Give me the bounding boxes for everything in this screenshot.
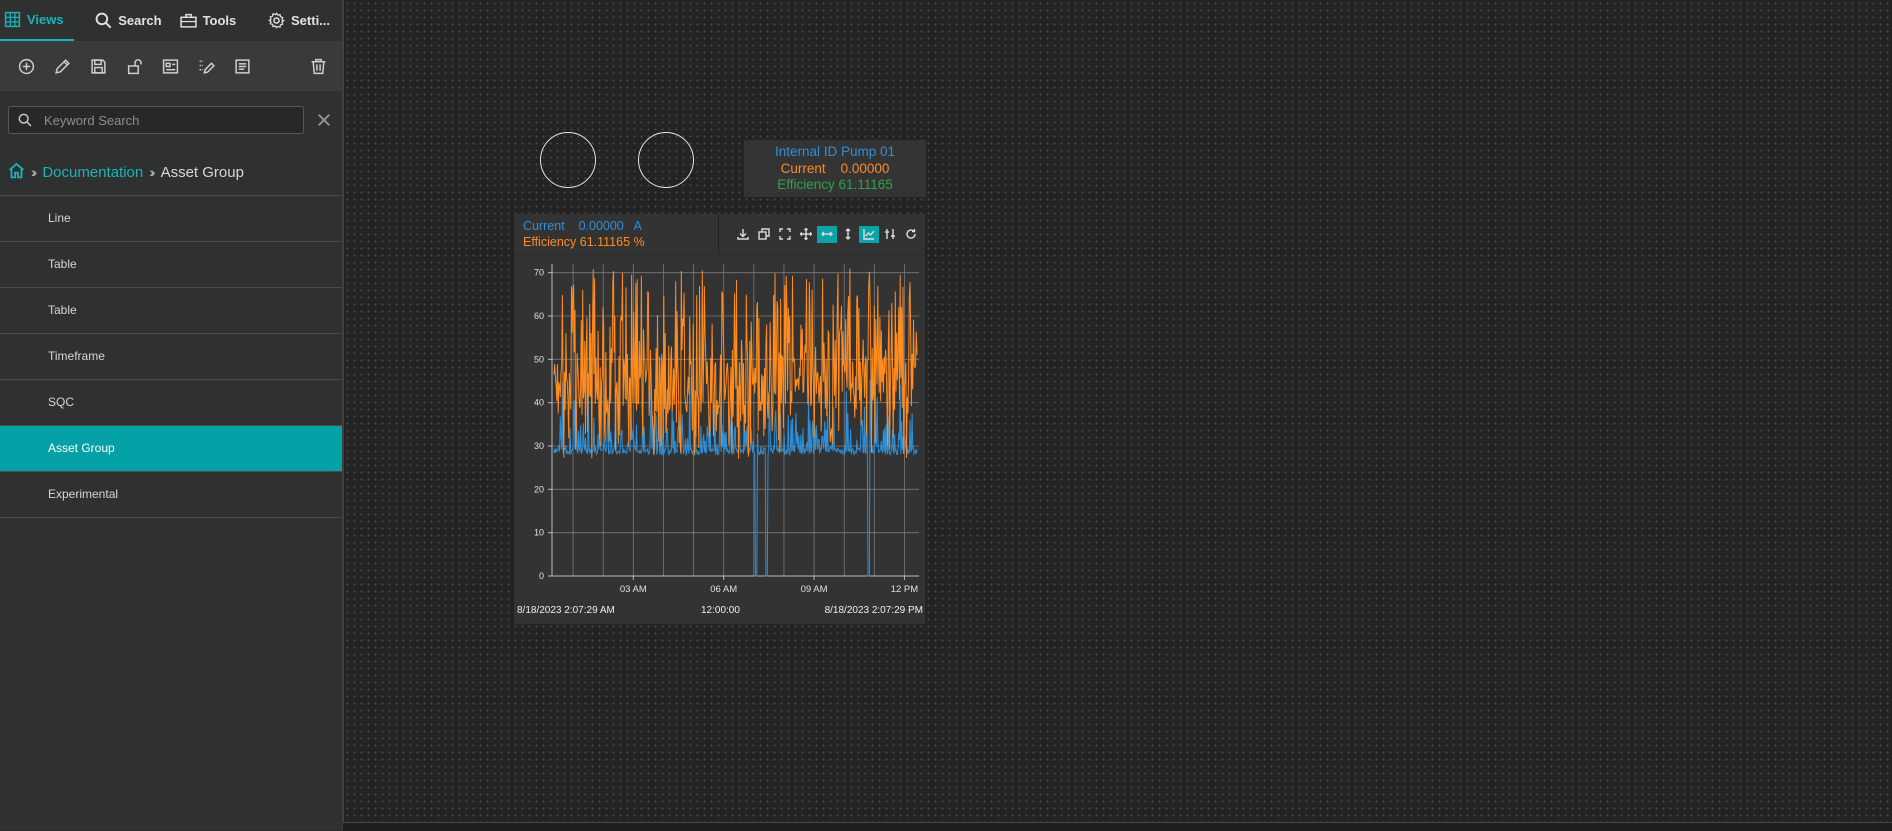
trash-icon — [311, 58, 325, 74]
search-box — [8, 106, 304, 134]
y-tick-label: 0 — [539, 571, 544, 581]
y-tick-label: 70 — [534, 268, 544, 278]
tab-settings-label: Setti... — [291, 13, 331, 28]
breadcrumb: ›› Documentation ›› Asset Group — [0, 149, 342, 196]
view-item[interactable]: Table — [0, 288, 342, 334]
zoom-y-button[interactable] — [838, 226, 858, 243]
chart-header: Current 0.00000 A Efficiency 61.11165 % — [514, 214, 925, 255]
asset-info-card[interactable]: Internal ID Pump 01 Current 0.00000 Effi… — [744, 140, 926, 197]
add-icon — [18, 58, 34, 74]
chart-end-time: 8/18/2023 2:07:29 PM — [824, 605, 923, 616]
line-chart-button[interactable] — [859, 225, 879, 243]
x-tick-label: 09 AM — [801, 584, 828, 594]
download-icon — [737, 229, 749, 240]
chart-legend: Current 0.00000 A Efficiency 61.11165 % — [514, 214, 719, 254]
search-icon — [95, 12, 112, 29]
sidebar: Views Search Tools Setti... Keyword Sear… — [0, 0, 343, 830]
layout-button[interactable] — [152, 48, 188, 84]
zoom-out-icon — [758, 228, 770, 240]
asset-name-text: Internal ID Pump 01 — [774, 144, 896, 159]
view-list: Line Table Table Timeframe SQC Asset Group Exp… — [0, 196, 342, 518]
fullscreen-button[interactable] — [775, 226, 795, 243]
y-tick-label: 40 — [534, 398, 544, 408]
horizontal-arrows-icon — [821, 231, 833, 237]
view-toolbar — [0, 42, 342, 91]
tab-search-label: Search — [118, 13, 162, 28]
chevron-double-right-icon: ›› — [31, 164, 38, 180]
layout-icon — [162, 58, 178, 74]
axis-settings-button[interactable] — [880, 226, 900, 243]
refresh-button[interactable] — [901, 226, 921, 243]
view-item[interactable]: Timeframe — [0, 334, 342, 380]
add-view-button[interactable] — [8, 48, 44, 84]
chart-start-time: 8/18/2023 2:07:29 AM — [517, 605, 615, 616]
legend-current[interactable]: Current 0.00000 A — [523, 219, 718, 235]
tab-views-label: Views — [27, 12, 64, 27]
gauge-circle[interactable] — [638, 132, 694, 188]
refresh-icon — [906, 229, 916, 239]
view-item[interactable]: Asset Group — [0, 426, 342, 472]
home-button[interactable] — [8, 162, 25, 183]
view-item[interactable]: Table — [0, 242, 342, 288]
delete-view-button[interactable] — [300, 48, 336, 84]
chart-footer: 8/18/2023 2:07:29 AM 12:00:00 8/18/2023 … — [514, 605, 925, 619]
save-view-button[interactable] — [80, 48, 116, 84]
trend-chart-widget[interactable]: Current 0.00000 A Efficiency 61.11165 % … — [514, 214, 925, 624]
line-chart-icon — [863, 229, 875, 240]
y-tick-label: 10 — [534, 528, 544, 538]
current-value-text: Current 0.00000 — [780, 160, 890, 176]
clear-search-button[interactable] — [314, 110, 334, 130]
unlock-button[interactable] — [116, 48, 152, 84]
edit-list-icon — [199, 59, 215, 74]
tab-views[interactable]: Views — [0, 0, 75, 41]
breadcrumb-current: Asset Group — [160, 163, 244, 181]
home-icon — [8, 162, 25, 178]
properties-button[interactable] — [224, 48, 260, 84]
x-tick-label: 06 AM — [710, 584, 737, 594]
search-row — [0, 91, 342, 149]
tab-settings[interactable]: Setti... — [262, 0, 342, 41]
vertical-arrows-icon — [845, 228, 851, 240]
view-item[interactable]: Experimental — [0, 472, 342, 518]
chart-toolbar — [719, 214, 925, 254]
edit-view-button[interactable] — [44, 48, 80, 84]
zoom-x-button[interactable] — [817, 225, 837, 243]
view-item[interactable]: Line — [0, 196, 342, 242]
tab-search[interactable]: Search — [89, 0, 167, 41]
chart-plot[interactable]: 0 10 20 30 40 50 60 70 03 AM 06 AM 09 AM 12 PM — [514, 254, 925, 594]
pencil-icon — [54, 58, 70, 74]
edit-list-button[interactable] — [188, 48, 224, 84]
move-icon — [800, 228, 812, 240]
search-icon — [18, 113, 32, 127]
breadcrumb-documentation-link[interactable]: Documentation — [42, 164, 143, 181]
close-icon — [318, 114, 330, 126]
gear-icon — [268, 12, 285, 29]
y-tick-label: 30 — [534, 441, 544, 451]
properties-icon — [234, 58, 250, 74]
download-button[interactable] — [733, 226, 753, 243]
efficiency-value-text: Efficiency 61.11165 — [777, 177, 893, 192]
legend-efficiency[interactable]: Efficiency 61.11165 % — [523, 235, 718, 251]
y-tick-label: 60 — [534, 311, 544, 321]
view-item[interactable]: SQC — [0, 380, 342, 426]
y-tick-label: 20 — [534, 484, 544, 494]
chart-time-span[interactable]: 12:00:00 — [701, 605, 740, 616]
tab-tools-label: Tools — [202, 13, 237, 28]
save-icon — [90, 58, 106, 74]
keyword-search-input[interactable] — [42, 111, 286, 129]
x-tick-label: 12 PM — [891, 584, 919, 594]
axis-settings-icon — [885, 229, 895, 239]
toolbox-icon — [179, 13, 197, 28]
x-tick-label: 03 AM — [620, 584, 647, 594]
y-tick-label: 50 — [534, 354, 544, 364]
top-nav: Views Search Tools Setti... — [0, 0, 342, 42]
gauge-circle[interactable] — [540, 132, 596, 188]
grid-icon — [4, 11, 21, 28]
pan-button[interactable] — [796, 226, 816, 243]
zoom-reset-button[interactable] — [754, 226, 774, 243]
unlock-icon — [127, 58, 142, 74]
fullscreen-icon — [779, 228, 791, 240]
tab-tools[interactable]: Tools — [174, 0, 246, 41]
chevron-double-right-icon: ›› — [149, 164, 156, 180]
